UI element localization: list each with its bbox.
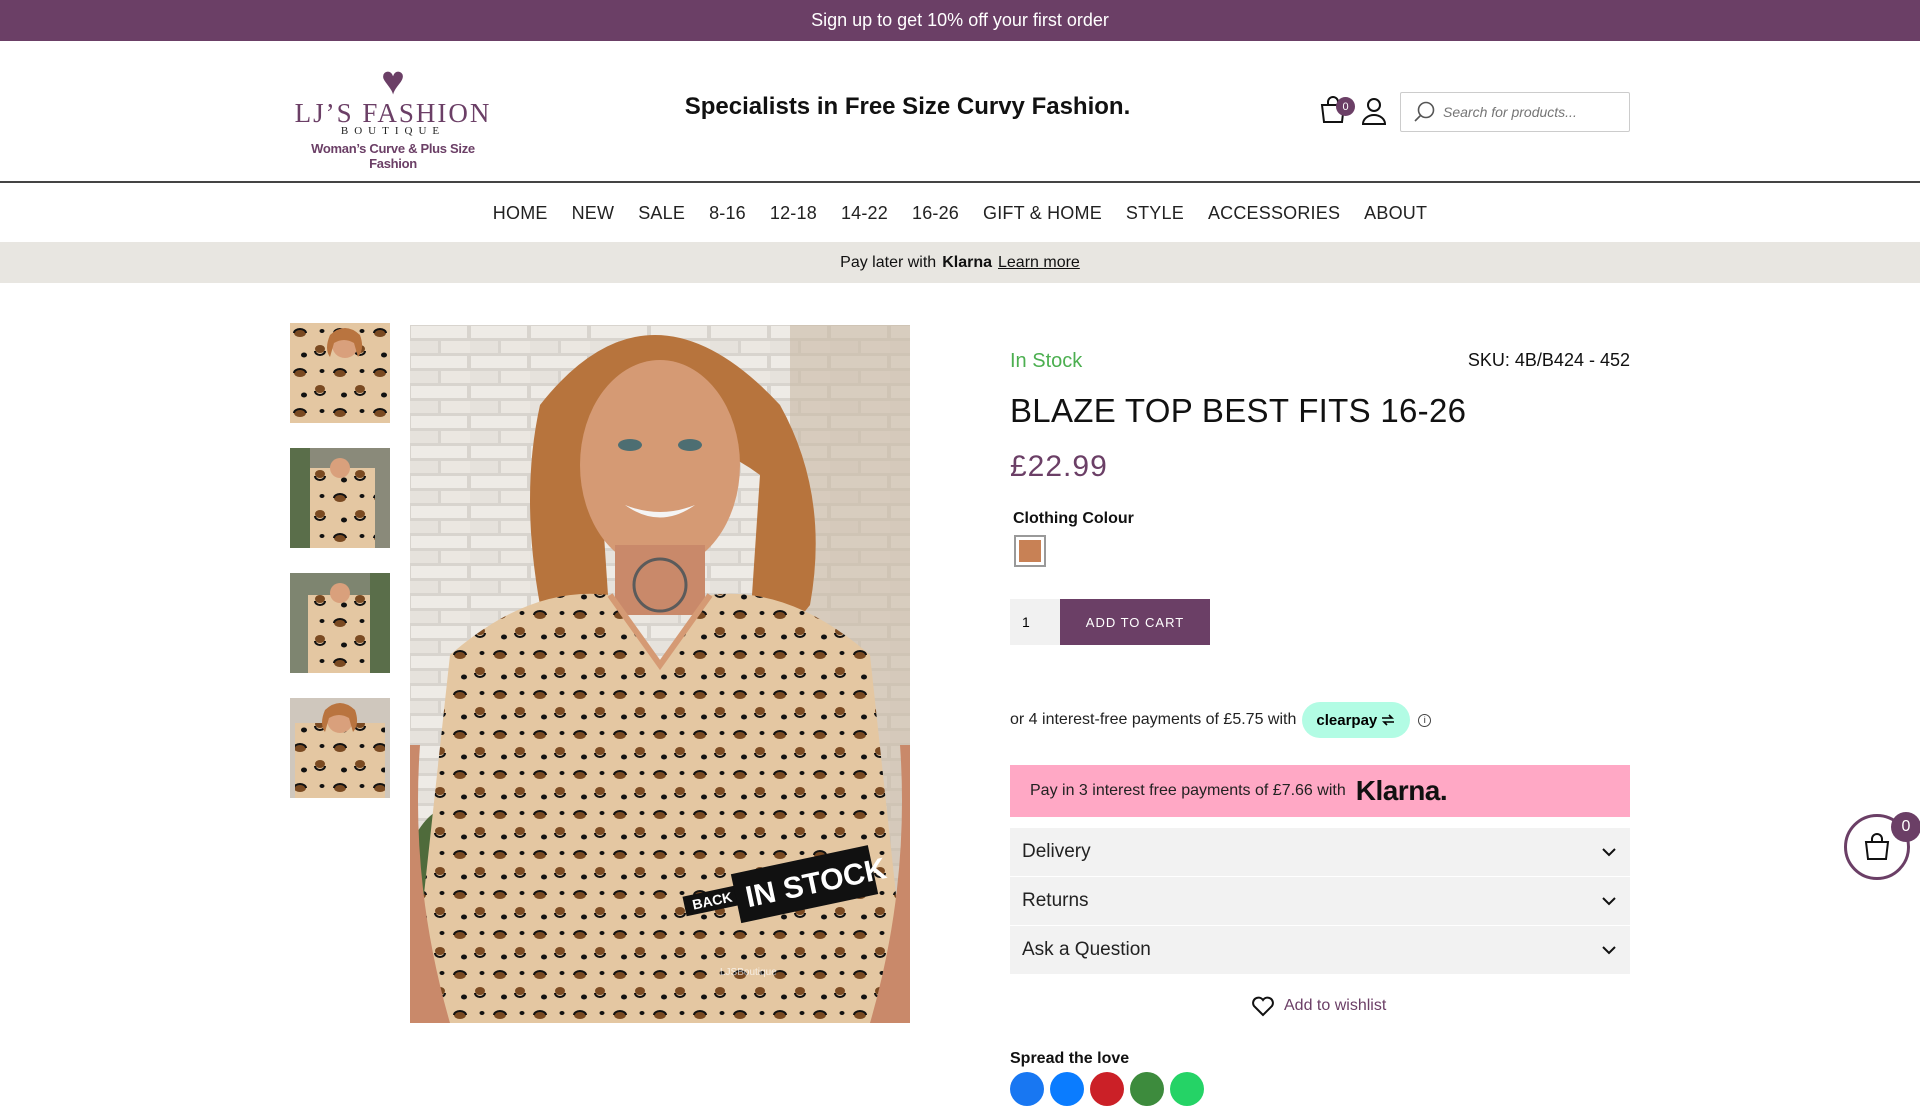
nav-item-style[interactable]: STYLE (1114, 203, 1196, 224)
accordion-label: Delivery (1022, 841, 1091, 862)
logo-name: LJ’S FASHION (294, 98, 492, 128)
nav-item-8-16[interactable]: 8-16 (697, 203, 758, 224)
image-watermark: LJSBoutique (720, 967, 777, 978)
accordion-ask-question[interactable]: Ask a Question (1010, 926, 1630, 974)
klarna-logo: Klarna. (1355, 775, 1448, 806)
nav-item-sale[interactable]: SALE (626, 203, 697, 224)
add-to-wishlist-link[interactable]: Add to wishlist (1250, 994, 1386, 1018)
nav-item-home[interactable]: HOME (481, 203, 560, 224)
nav-item-new[interactable]: NEW (560, 203, 627, 224)
product-accordion: Delivery Returns Ask a Question (1010, 828, 1630, 975)
share-heading: Spread the love (1010, 1050, 1130, 1067)
klarna-payment-box[interactable]: Pay in 3 interest free payments of £7.66… (1010, 765, 1630, 817)
wishlist-label: Add to wishlist (1284, 997, 1387, 1014)
nav-item-about[interactable]: ABOUT (1352, 203, 1439, 224)
messenger-share-icon[interactable] (1050, 1072, 1084, 1106)
header-tagline: Specialists in Free Size Curvy Fashion. (684, 93, 1131, 120)
chevron-down-icon (1602, 897, 1616, 906)
clearpay-badge[interactable]: clearpay (1302, 702, 1411, 738)
chevron-down-icon (1602, 848, 1616, 857)
product-title: BLAZE TOP BEST FITS 16-26 (1010, 392, 1467, 429)
accordion-returns[interactable]: Returns (1010, 877, 1630, 925)
main-nav: HOME NEW SALE 8-16 12-18 14-22 16-26 GIF… (0, 184, 1920, 242)
chevron-down-icon (1602, 946, 1616, 955)
klarna-learn-more-link[interactable]: Learn more (998, 254, 1080, 272)
social-share-buttons (1010, 1072, 1204, 1106)
nav-item-14-22[interactable]: 14-22 (829, 203, 900, 224)
search-icon (1414, 101, 1435, 122)
klarna-box-text: Pay in 3 interest free payments of £7.66… (1030, 782, 1346, 799)
quantity-input[interactable] (1010, 599, 1060, 645)
clearpay-brand: clearpay (1316, 711, 1378, 729)
accordion-label: Ask a Question (1022, 939, 1151, 960)
shopping-bag-icon (1864, 833, 1890, 860)
promo-banner[interactable]: Sign up to get 10% off your first order (0, 0, 1920, 41)
cart-count-badge: 0 (1336, 97, 1355, 116)
promo-text: Sign up to get 10% off your first order (811, 10, 1109, 30)
accordion-delivery[interactable]: Delivery (1010, 828, 1630, 876)
heart-logo-icon: ♥ (381, 59, 405, 103)
product-thumbnail[interactable] (290, 698, 390, 798)
logo-tagline: Woman’s Curve & Plus Size Fashion (311, 141, 475, 171)
heart-icon (1252, 996, 1274, 1017)
nav-item-16-26[interactable]: 16-26 (900, 203, 971, 224)
clearpay-message: or 4 interest-free payments of £5.75 wit… (1010, 702, 1432, 738)
email-share-icon[interactable] (1130, 1072, 1164, 1106)
clearpay-text: or 4 interest-free payments of £5.75 wit… (1010, 711, 1297, 728)
add-to-cart-button[interactable]: ADD TO CART (1060, 599, 1210, 645)
product-thumbnail[interactable] (290, 323, 390, 423)
product-thumbnails (290, 323, 390, 823)
pinterest-share-icon[interactable] (1090, 1072, 1124, 1106)
whatsapp-share-icon[interactable] (1170, 1072, 1204, 1106)
clearpay-arrows-icon (1382, 714, 1395, 726)
site-header: ♥ LJ’S FASHION BOUTIQUE Woman’s Curve & … (0, 41, 1920, 183)
floating-cart-count: 0 (1891, 812, 1920, 842)
colour-label: Clothing Colour (1013, 510, 1134, 527)
main-product-image[interactable]: BACK IN STOCK LJSBoutique (410, 325, 910, 1023)
product-price: £22.99 (1010, 450, 1108, 483)
klarna-bar-brand: Klarna (942, 253, 992, 271)
klarna-bar-prefix: Pay later with (840, 253, 937, 271)
facebook-share-icon[interactable] (1010, 1072, 1044, 1106)
search-field[interactable] (1400, 92, 1630, 132)
klarna-promo-bar: Pay later with Klarna Learn more (0, 242, 1920, 283)
site-logo[interactable]: ♥ LJ’S FASHION BOUTIQUE Woman’s Curve & … (288, 59, 498, 173)
search-input[interactable] (1443, 104, 1623, 120)
product-sku: SKU: 4B/B424 - 452 (1467, 350, 1630, 370)
accordion-label: Returns (1022, 890, 1089, 911)
product-thumbnail[interactable] (290, 573, 390, 673)
nav-item-12-18[interactable]: 12-18 (758, 203, 829, 224)
nav-item-gift-home[interactable]: GIFT & HOME (971, 203, 1114, 224)
user-account-icon[interactable] (1360, 96, 1388, 126)
info-icon[interactable]: i (1418, 713, 1432, 727)
nav-item-accessories[interactable]: ACCESSORIES (1196, 203, 1352, 224)
colour-swatch[interactable] (1014, 535, 1046, 567)
colour-swatch-fill (1019, 540, 1041, 562)
product-thumbnail[interactable] (290, 448, 390, 548)
stock-status: In Stock (1010, 350, 1083, 372)
